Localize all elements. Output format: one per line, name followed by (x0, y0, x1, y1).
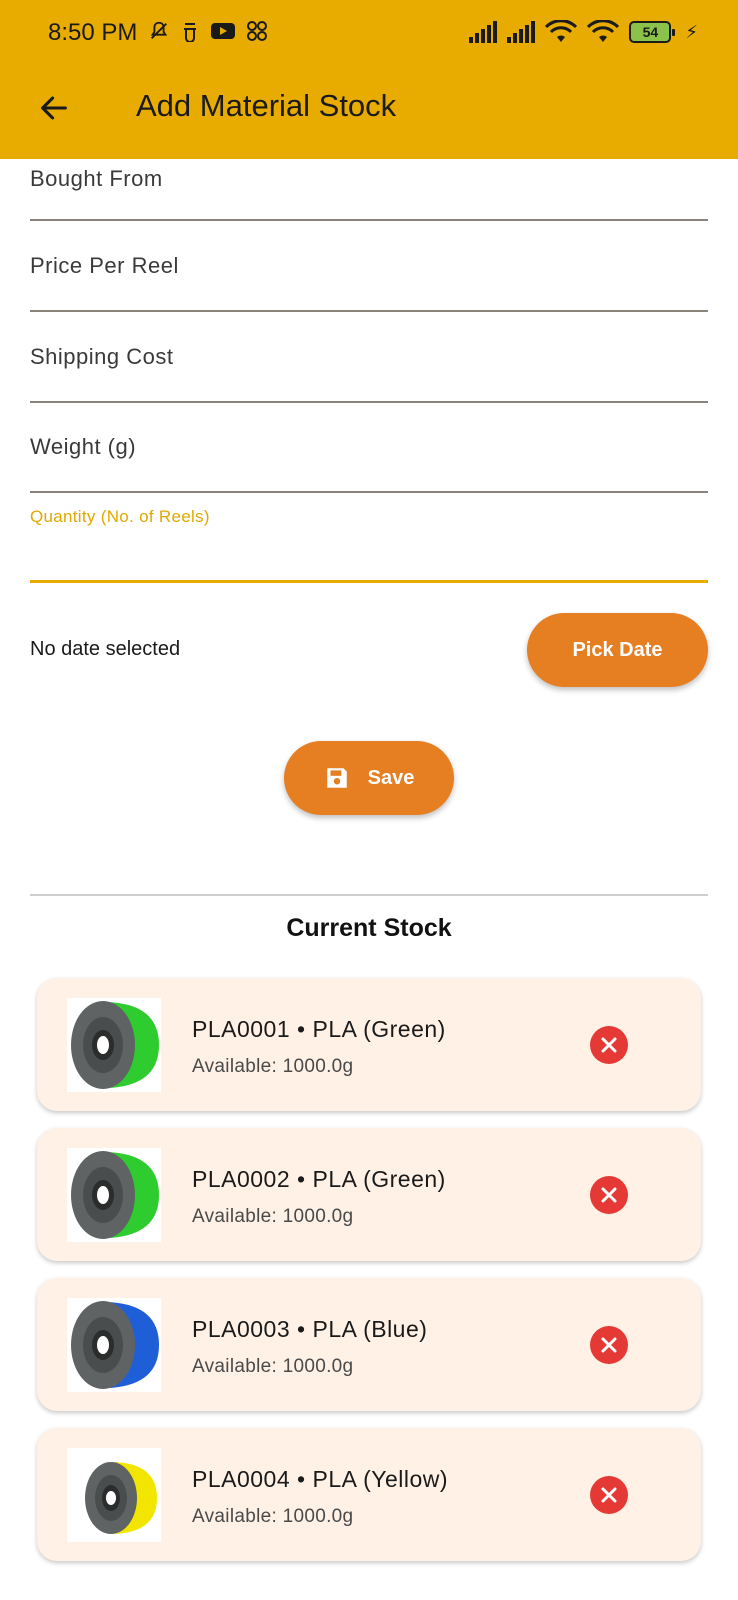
filament-reel-image (67, 998, 161, 1092)
price-per-reel-field[interactable]: Price Per Reel (30, 250, 708, 312)
signal-icon (469, 21, 498, 43)
stock-card[interactable]: PLA0004 • PLA (Yellow) Available: 1000.0… (37, 1428, 701, 1561)
shipping-cost-label: Shipping Cost (30, 344, 174, 369)
app-bar: Add Material Stock (0, 68, 738, 159)
apps-icon (246, 20, 268, 48)
status-right-icons: 54 ⚡ (469, 19, 698, 44)
back-button[interactable] (32, 86, 76, 130)
status-left-icons (148, 20, 268, 48)
close-icon (601, 1487, 617, 1503)
stock-card[interactable]: PLA0001 • PLA (Green) Available: 1000.0g (37, 978, 701, 1111)
pick-date-button[interactable]: Pick Date (527, 613, 708, 687)
date-text: No date selected (30, 638, 181, 660)
wifi-icon (587, 19, 620, 44)
current-stock-title: Current Stock (286, 914, 452, 942)
save-button[interactable]: Save (284, 741, 454, 815)
signal-icon (507, 21, 536, 43)
filament-reel-image (67, 1148, 161, 1242)
stock-item-title: PLA0001 • PLA (Green) (192, 1016, 446, 1042)
stock-card[interactable]: PLA0003 • PLA (Blue) Available: 1000.0g (37, 1278, 701, 1411)
stock-card[interactable]: PLA0002 • PLA (Green) Available: 1000.0g (37, 1128, 701, 1261)
charging-icon: ⚡ (685, 21, 698, 42)
status-time: 8:50 PM (48, 19, 138, 46)
youtube-icon (210, 21, 236, 47)
stock-item-available: Available: 1000.0g (192, 1356, 354, 1377)
bought-from-field[interactable]: Bought From (30, 159, 708, 221)
delete-button[interactable] (590, 1026, 628, 1064)
delete-button[interactable] (590, 1176, 628, 1214)
shipping-cost-field[interactable]: Shipping Cost (30, 341, 708, 403)
close-icon (601, 1337, 617, 1353)
save-label: Save (367, 766, 415, 789)
stock-item-title: PLA0004 • PLA (Yellow) (192, 1466, 449, 1492)
stock-item-available: Available: 1000.0g (192, 1206, 354, 1227)
wifi-icon (545, 19, 578, 44)
bought-from-label: Bought From (30, 166, 163, 191)
close-icon (601, 1037, 617, 1053)
filament-reel-image (67, 1448, 161, 1542)
app-icon (180, 20, 200, 48)
quantity-field[interactable]: Quantity (No. of Reels) (30, 507, 708, 583)
close-icon (601, 1187, 617, 1203)
filament-reel-image (67, 1298, 161, 1392)
top-bar: 8:50 PM 54 ⚡ Add Material Stock (0, 0, 738, 159)
stock-item-title: PLA0003 • PLA (Blue) (192, 1316, 428, 1342)
delete-button[interactable] (590, 1476, 628, 1514)
quantity-label: Quantity (No. of Reels) (30, 507, 210, 526)
stock-item-title: PLA0002 • PLA (Green) (192, 1166, 446, 1192)
bell-off-icon (148, 20, 170, 48)
battery-icon: 54 (629, 21, 676, 43)
status-bar: 8:50 PM 54 ⚡ (0, 0, 738, 68)
save-icon (326, 768, 347, 788)
stock-item-available: Available: 1000.0g (192, 1056, 354, 1077)
delete-button[interactable] (590, 1326, 628, 1364)
stock-item-available: Available: 1000.0g (192, 1506, 354, 1527)
divider (30, 894, 708, 896)
weight-label: Weight (g) (30, 434, 137, 459)
arrow-left-icon (41, 96, 67, 120)
page-title: Add Material Stock (136, 88, 397, 123)
price-per-reel-label: Price Per Reel (30, 253, 179, 278)
weight-field[interactable]: Weight (g) (30, 431, 708, 493)
